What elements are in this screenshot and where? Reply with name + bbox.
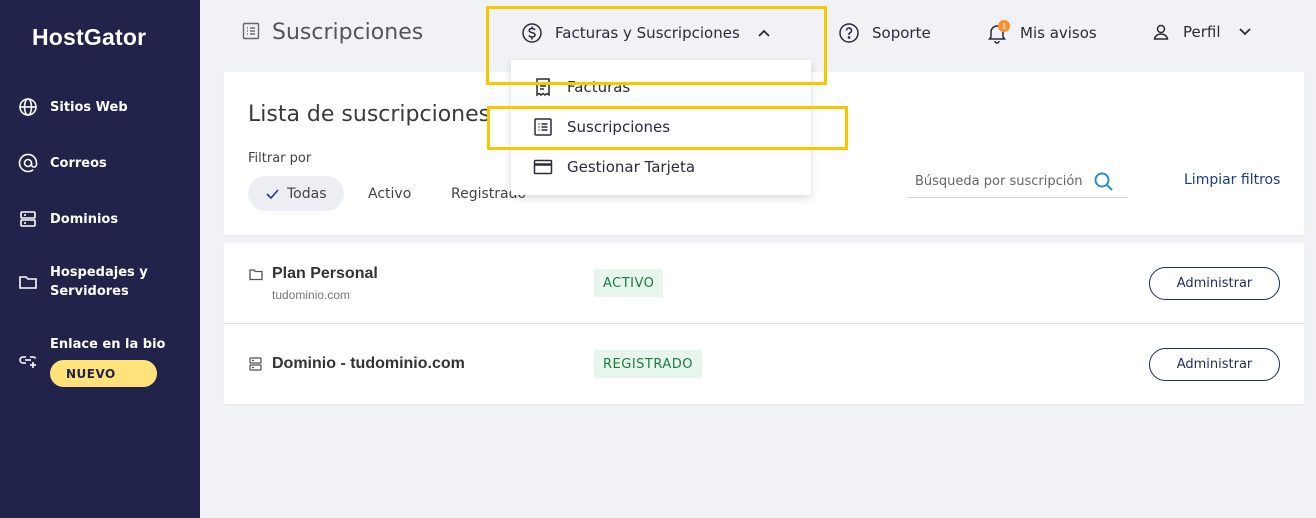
sidebar: HostGator Sitios Web Correos Dominios Ho… [0,0,200,518]
filter-chip-label: Activo [368,185,412,202]
page-title: Suscripciones [242,20,423,45]
filter-chip-activo[interactable]: Activo [368,176,411,211]
sidebar-item-correos[interactable]: Correos [18,153,107,173]
server-icon [18,209,38,229]
nav-notifications-label: Mis avisos [1020,24,1097,42]
status-badge: ACTIVO [594,269,664,297]
credit-card-icon [533,157,553,177]
subscription-domain: tudominio.com [272,288,351,302]
row-divider [224,323,1304,324]
dropdown-item-gestionar-tarjeta[interactable]: Gestionar Tarjeta [533,157,695,177]
check-icon [266,188,279,199]
hostgator-logo[interactable]: HostGator [32,24,146,51]
filter-label: Filtrar por [248,151,312,166]
page-title-text: Suscripciones [272,20,424,45]
sidebar-item-sitios-web[interactable]: Sitios Web [18,97,128,117]
sidebar-item-label: Enlace en la bio [50,337,166,352]
search-box [907,166,1128,198]
folder-icon [18,272,38,292]
search-icon[interactable] [1093,171,1115,193]
chevron-down-icon [1238,28,1251,36]
dropdown-item-label: Gestionar Tarjeta [567,158,696,176]
subscription-title: Dominio - tudominio.com [272,355,465,372]
server-icon [249,356,262,375]
sidebar-item-enlace-bio-label: Enlace en la bio [50,333,165,352]
nav-support-label: Soporte [872,24,931,42]
sidebar-item-label: Correos [50,155,107,171]
at-icon [18,153,38,173]
subscription-title: Plan Personal [272,265,378,282]
administrar-button[interactable]: Administrar [1149,267,1280,300]
sidebar-item-label: Hospedajes y Servidores [50,263,148,301]
highlight-suscripciones-item [487,106,848,150]
nav-profile-label: Perfil [1183,23,1221,41]
user-icon [1151,22,1171,42]
sidebar-item-dominios[interactable]: Dominios [18,209,118,229]
subscriptions-list-title: Lista de suscripciones [248,102,491,127]
link-icon [18,350,38,370]
list-icon [242,22,260,44]
nav-support[interactable]: Soporte [838,22,931,44]
notification-count-badge: 1 [998,20,1010,32]
sidebar-item-label: Sitios Web [50,99,128,115]
new-badge: NUEVO [50,360,157,387]
sidebar-item-label: Dominios [50,211,119,227]
sidebar-item-label-line2: Servidores [50,284,129,299]
search-input[interactable] [907,174,1093,189]
globe-icon [18,97,38,117]
filter-chip-label: Todas [287,185,327,202]
help-circle-icon [838,22,860,44]
clear-filters-link[interactable]: Limpiar filtros [1184,172,1280,188]
nav-profile[interactable]: Perfil [1151,22,1251,42]
highlight-billing-menu [486,6,827,85]
sidebar-item-enlace-bio[interactable] [18,350,50,370]
administrar-button[interactable]: Administrar [1149,348,1280,381]
status-badge: REGISTRADO [594,350,702,378]
sidebar-item-label-line1: Hospedajes y [50,265,148,280]
filter-chip-todas[interactable]: Todas [248,176,344,211]
sidebar-item-hospedajes[interactable]: Hospedajes y Servidores [18,263,148,301]
folder-icon [249,266,263,285]
